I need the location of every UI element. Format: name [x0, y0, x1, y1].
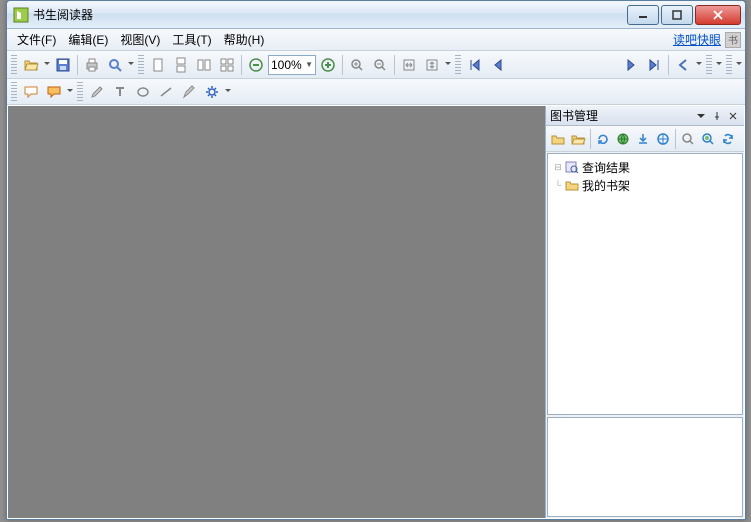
comment-button[interactable] — [20, 81, 42, 103]
tree-label: 我的书架 — [582, 177, 630, 194]
print-button[interactable] — [81, 54, 103, 76]
toolbar-grip[interactable] — [138, 55, 144, 75]
zoom-in-button[interactable] — [317, 54, 339, 76]
app-window: 书生阅读器 文件(F) 编辑(E) 视图(V) 工具(T) 帮助(H) 读吧快眼… — [6, 0, 746, 520]
annotation-toolbar — [7, 79, 745, 105]
prev-page-button[interactable] — [487, 54, 509, 76]
book-tree[interactable]: ⊟ 查询结果 └ 我的书架 — [547, 153, 743, 415]
book-icon[interactable]: 书 — [725, 32, 741, 48]
sync-button[interactable] — [718, 129, 738, 149]
menu-file[interactable]: 文件(F) — [11, 29, 62, 50]
side-panel: 图书管理 ⊟ — [545, 106, 744, 518]
zoom-combo[interactable]: 100%▼ — [268, 55, 316, 75]
page-continuous-button[interactable] — [170, 54, 192, 76]
title-bar[interactable]: 书生阅读器 — [7, 1, 745, 29]
pin-icon[interactable] — [710, 109, 724, 123]
magnify-out-button[interactable] — [369, 54, 391, 76]
text-tool-button[interactable] — [109, 81, 131, 103]
toolbar-grip[interactable] — [706, 55, 712, 75]
app-icon — [13, 7, 29, 23]
refresh-button[interactable] — [593, 129, 613, 149]
menu-tools[interactable]: 工具(T) — [166, 29, 217, 50]
search-button[interactable] — [678, 129, 698, 149]
search-web-button[interactable] — [698, 129, 718, 149]
panel-toolbar — [546, 126, 744, 152]
main-toolbar: 100%▼ — [7, 51, 745, 79]
web-button[interactable] — [653, 129, 673, 149]
folder-icon — [564, 177, 580, 193]
next-page-button[interactable] — [620, 54, 642, 76]
first-page-button[interactable] — [464, 54, 486, 76]
zoom-value: 100% — [271, 58, 305, 72]
annot-overflow-2[interactable] — [224, 81, 232, 103]
panel-menu-icon[interactable] — [694, 109, 708, 123]
maximize-button[interactable] — [661, 5, 693, 25]
toolbar-overflow-1[interactable] — [127, 54, 135, 76]
open-folder-button[interactable] — [568, 129, 588, 149]
fit-page-button[interactable] — [421, 54, 443, 76]
save-button[interactable] — [52, 54, 74, 76]
globe-button[interactable] — [613, 129, 633, 149]
toolbar-overflow-4[interactable] — [715, 54, 723, 76]
pencil-button[interactable] — [86, 81, 108, 103]
quick-link[interactable]: 读吧快眼 — [673, 31, 721, 48]
nav-back-button[interactable] — [672, 54, 694, 76]
toolbar-grip[interactable] — [455, 55, 461, 75]
ellipse-tool-button[interactable] — [132, 81, 154, 103]
tree-connector: ⊟ — [552, 162, 564, 173]
search-results-icon — [564, 159, 580, 175]
preview-pane[interactable] — [547, 417, 743, 517]
find-button[interactable] — [104, 54, 126, 76]
menu-help[interactable]: 帮助(H) — [218, 29, 271, 50]
client-area: 图书管理 ⊟ — [8, 106, 744, 518]
minimize-button[interactable] — [627, 5, 659, 25]
download-button[interactable] — [633, 129, 653, 149]
last-page-button[interactable] — [643, 54, 665, 76]
line-tool-button[interactable] — [155, 81, 177, 103]
comment-active-button[interactable] — [43, 81, 65, 103]
tree-node-search-results[interactable]: ⊟ 查询结果 — [552, 158, 738, 176]
toolbar-overflow-2[interactable] — [444, 54, 452, 76]
tree-connector: └ — [552, 180, 564, 190]
settings-button[interactable] — [201, 81, 223, 103]
page-grid-button[interactable] — [216, 54, 238, 76]
menu-edit[interactable]: 编辑(E) — [62, 29, 114, 50]
close-button[interactable] — [695, 5, 741, 25]
zoom-out-button[interactable] — [245, 54, 267, 76]
panel-title: 图书管理 — [550, 107, 692, 124]
window-title: 书生阅读器 — [33, 6, 625, 23]
highlight-tool-button[interactable] — [178, 81, 200, 103]
menu-view[interactable]: 视图(V) — [114, 29, 166, 50]
toolbar-overflow-3[interactable] — [695, 54, 703, 76]
magnify-in-button[interactable] — [346, 54, 368, 76]
open-dropdown[interactable] — [43, 54, 51, 76]
toolbar-grip[interactable] — [77, 82, 83, 102]
panel-header[interactable]: 图书管理 — [546, 106, 744, 126]
fit-width-button[interactable] — [398, 54, 420, 76]
annot-overflow-1[interactable] — [66, 81, 74, 103]
tree-label: 查询结果 — [582, 159, 630, 176]
page-facing-button[interactable] — [193, 54, 215, 76]
new-folder-button[interactable] — [548, 129, 568, 149]
toolbar-grip[interactable] — [11, 82, 17, 102]
toolbar-grip[interactable] — [11, 55, 17, 75]
document-view[interactable] — [8, 106, 545, 518]
menu-bar: 文件(F) 编辑(E) 视图(V) 工具(T) 帮助(H) 读吧快眼 书 — [7, 29, 745, 51]
page-single-button[interactable] — [147, 54, 169, 76]
panel-close-icon[interactable] — [726, 109, 740, 123]
toolbar-grip[interactable] — [726, 55, 732, 75]
open-button[interactable] — [20, 54, 42, 76]
tree-node-my-shelf[interactable]: └ 我的书架 — [552, 176, 738, 194]
toolbar-overflow-5[interactable] — [735, 54, 743, 76]
